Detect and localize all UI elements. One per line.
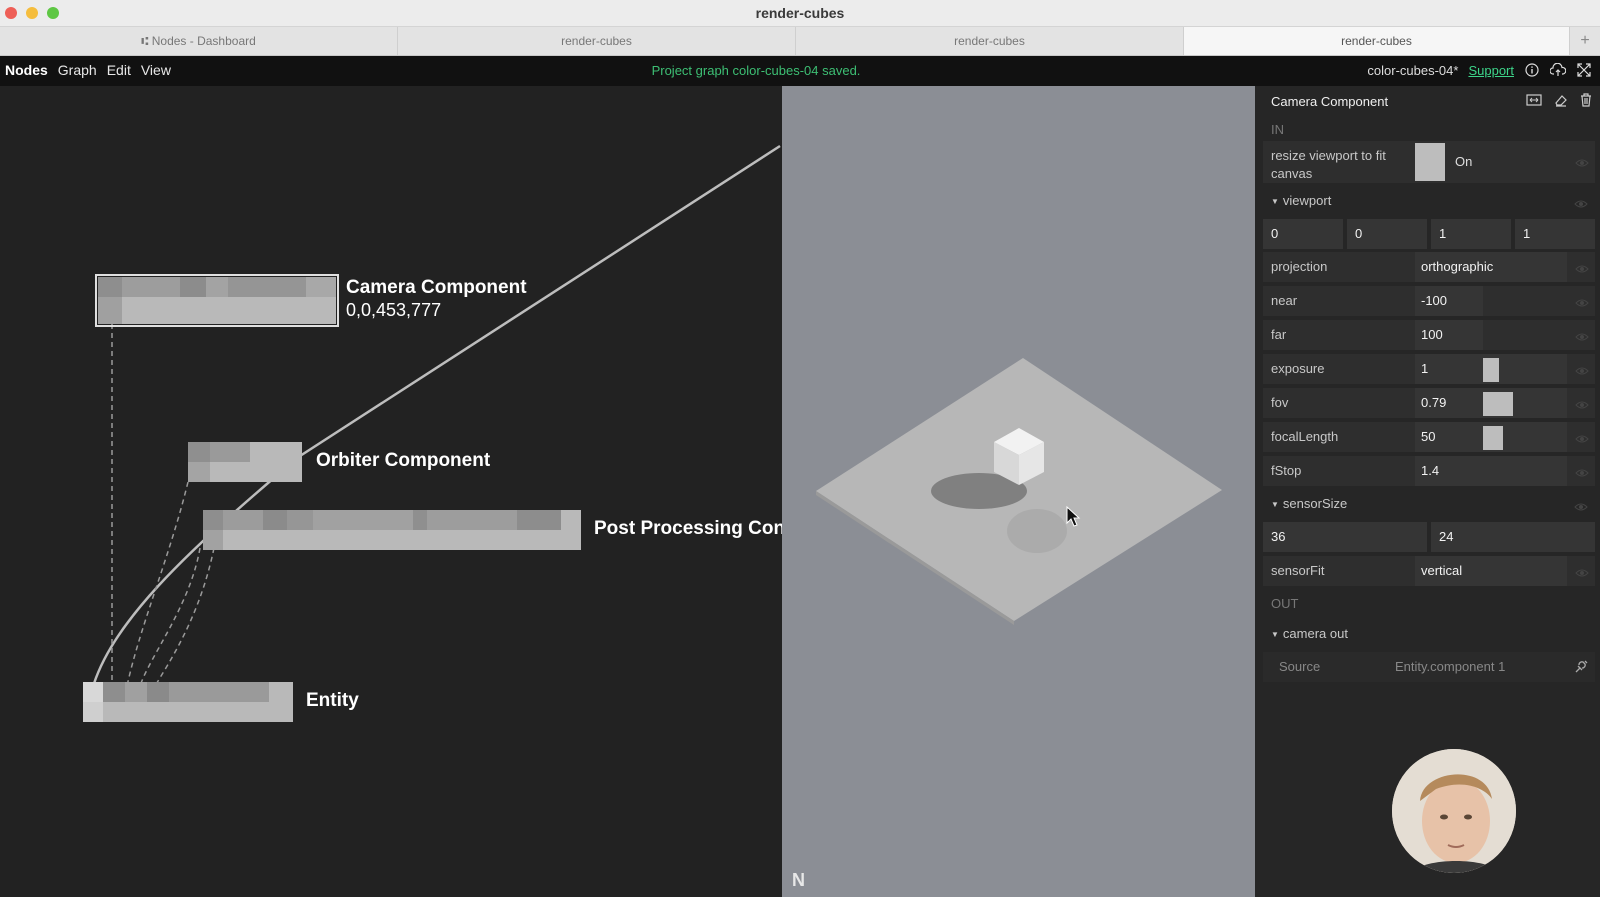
sensor-width-field[interactable]: 36: [1263, 522, 1427, 552]
viewport-h-field[interactable]: 1: [1515, 219, 1595, 249]
sensor-fit-label: sensorFit: [1271, 563, 1325, 578]
projection-label: projection: [1271, 259, 1328, 274]
presenter-webcam: [1392, 749, 1516, 873]
resize-viewport-toggle[interactable]: [1415, 143, 1445, 181]
focal-length-label: focalLength: [1271, 429, 1339, 444]
wire-post-entity-2: [154, 547, 215, 687]
focal-length-row: focalLength 50: [1263, 422, 1595, 452]
post-processing-node[interactable]: [203, 510, 581, 550]
node-graph-editor[interactable]: Camera Component 0,0,453,777 Orbiter Com…: [0, 86, 782, 897]
source-label: Source: [1279, 659, 1321, 674]
inspector-title: Camera Component: [1271, 94, 1389, 109]
wire-orbiter-entity: [126, 481, 189, 687]
viewport-vector: 0 0 1 1: [1263, 219, 1595, 249]
sensor-fit-row: sensorFit vertical: [1263, 556, 1595, 586]
scene-render: [816, 358, 1222, 625]
eye-icon[interactable]: [1575, 363, 1589, 381]
out-section-label: OUT: [1271, 596, 1299, 611]
exposure-row: exposure 1: [1263, 354, 1595, 384]
fstop-row: fStop 1.4: [1263, 456, 1595, 486]
viewport-group-toggle[interactable]: ▼ viewport: [1271, 193, 1331, 208]
near-row: near -100: [1263, 286, 1595, 316]
far-row: far 100: [1263, 320, 1595, 350]
sensor-size-group-toggle[interactable]: ▼ sensorSize: [1271, 496, 1347, 511]
tab-bar: ⑆ Nodes - Dashboard render-cubes render-…: [0, 27, 1600, 56]
eye-icon[interactable]: [1574, 196, 1588, 214]
viewport-w-field[interactable]: 1: [1431, 219, 1511, 249]
cloud-upload-icon[interactable]: [1550, 62, 1566, 78]
exposure-label: exposure: [1271, 361, 1325, 376]
camera-component-rect: 0,0,453,777: [346, 300, 442, 320]
graph-wires: [90, 144, 781, 691]
eye-icon[interactable]: [1575, 565, 1589, 583]
tab-render-cubes-2[interactable]: render-cubes: [796, 27, 1184, 55]
new-tab-button[interactable]: +: [1570, 27, 1600, 55]
eye-icon[interactable]: [1574, 499, 1588, 517]
sensor-size-vector: 36 24: [1263, 522, 1595, 552]
near-label: near: [1271, 293, 1298, 308]
viewport-x-field[interactable]: 0: [1263, 219, 1343, 249]
nodes-logo: N: [792, 870, 805, 890]
viewport-y-field[interactable]: 0: [1347, 219, 1427, 249]
eye-icon[interactable]: [1575, 295, 1589, 313]
camera-out-group-toggle[interactable]: ▼ camera out: [1271, 626, 1348, 641]
projection-row: projection orthographic: [1263, 252, 1595, 282]
trash-icon[interactable]: [1580, 93, 1592, 112]
far-label: far: [1271, 327, 1287, 342]
resize-viewport-value: On: [1455, 154, 1473, 169]
post-processing-label: Post Processing Con: [594, 518, 782, 539]
sensor-fit-select[interactable]: vertical: [1415, 556, 1567, 586]
in-section-label: IN: [1271, 122, 1284, 137]
resize-viewport-label: resize viewport to fit canvas: [1271, 148, 1386, 181]
project-name: color-cubes-04*: [1367, 62, 1459, 78]
wire-post-entity: [139, 547, 201, 687]
fstop-field[interactable]: 1.4: [1415, 456, 1567, 486]
eye-icon[interactable]: [1575, 155, 1589, 173]
eye-icon[interactable]: [1575, 329, 1589, 347]
eye-icon[interactable]: [1575, 465, 1589, 483]
save-status-message: Project graph color-cubes-04 saved.: [651, 63, 861, 78]
eraser-icon[interactable]: [1554, 93, 1568, 112]
fov-slider-thumb[interactable]: [1483, 392, 1513, 416]
tab-render-cubes-1[interactable]: render-cubes: [398, 27, 796, 55]
fov-label: fov: [1271, 395, 1289, 410]
disconnect-icon[interactable]: [1573, 659, 1589, 680]
tab-render-cubes-3[interactable]: render-cubes: [1184, 27, 1570, 55]
far-field[interactable]: 100: [1415, 320, 1483, 350]
exposure-slider-thumb[interactable]: [1483, 358, 1499, 382]
entity-node[interactable]: [83, 682, 293, 722]
source-value: Entity.component 1: [1395, 659, 1506, 674]
window-titlebar: render-cubes: [0, 0, 1600, 27]
camera-component-label: Camera Component: [346, 277, 527, 298]
eye-icon[interactable]: [1575, 397, 1589, 415]
window-title: render-cubes: [755, 5, 845, 21]
focal-length-slider-thumb[interactable]: [1483, 426, 1503, 450]
sensor-height-field[interactable]: 24: [1431, 522, 1595, 552]
entity-label: Entity: [306, 690, 359, 711]
orbiter-component-label: Orbiter Component: [316, 450, 491, 471]
soft-shadow: [1007, 509, 1067, 553]
near-field[interactable]: -100: [1415, 286, 1483, 316]
fullscreen-icon[interactable]: [1576, 62, 1592, 78]
info-icon[interactable]: [1524, 62, 1540, 78]
support-link[interactable]: Support: [1468, 63, 1514, 78]
projection-select[interactable]: orthographic: [1415, 252, 1567, 282]
orbiter-component-node[interactable]: [188, 442, 302, 482]
eye-icon[interactable]: [1575, 431, 1589, 449]
eye-icon[interactable]: [1575, 261, 1589, 279]
source-row: Source Entity.component 1: [1263, 652, 1595, 682]
render-viewport[interactable]: N: [782, 86, 1255, 897]
resize-icon[interactable]: [1526, 93, 1542, 112]
camera-component-node[interactable]: [95, 274, 339, 327]
fov-row: fov 0.79: [1263, 388, 1595, 418]
resize-viewport-row: resize viewport to fit canvas On: [1263, 141, 1595, 183]
tab-dashboard[interactable]: ⑆ Nodes - Dashboard: [0, 27, 398, 55]
fstop-label: fStop: [1271, 463, 1302, 478]
app-menubar: Nodes Graph Edit View Project graph colo…: [0, 56, 1600, 86]
